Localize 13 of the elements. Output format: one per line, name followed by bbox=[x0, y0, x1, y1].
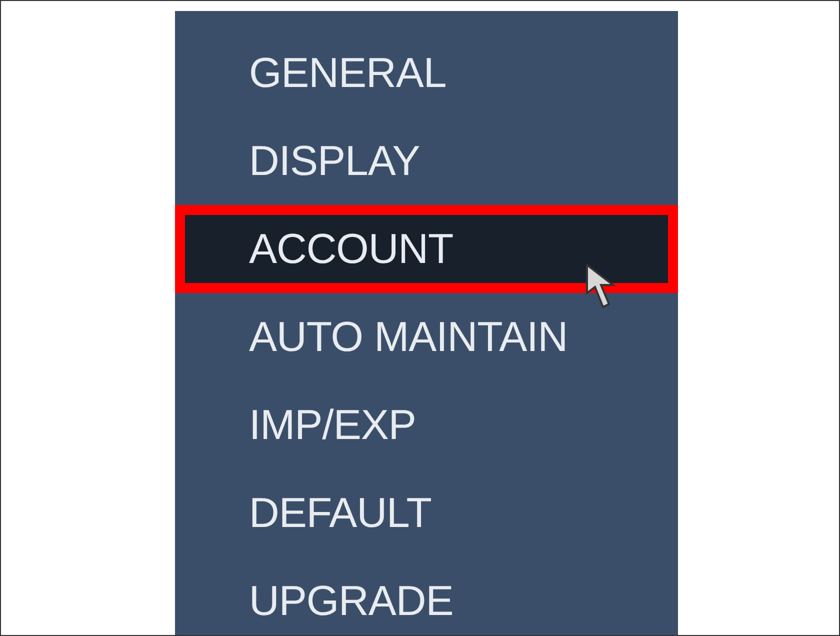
menu-item-label: IMP/EXP bbox=[249, 404, 416, 446]
menu-item[interactable]: UPGRADE bbox=[175, 557, 678, 635]
menu-item[interactable]: AUTO MAINTAIN bbox=[175, 293, 678, 381]
menu-item-label: DEFAULT bbox=[249, 492, 432, 534]
menu-item[interactable]: GENERAL bbox=[175, 29, 678, 117]
menu-item[interactable]: DEFAULT bbox=[175, 469, 678, 557]
menu-item[interactable]: DISPLAY bbox=[175, 117, 678, 205]
menu-item[interactable]: IMP/EXP bbox=[175, 381, 678, 469]
menu-item-label: GENERAL bbox=[249, 52, 446, 94]
menu-item-label: AUTO MAINTAIN bbox=[249, 316, 568, 358]
menu-item-label: UPGRADE bbox=[249, 580, 454, 622]
menu-item-label: ACCOUNT bbox=[249, 228, 454, 270]
menu-item-label: DISPLAY bbox=[249, 140, 420, 182]
